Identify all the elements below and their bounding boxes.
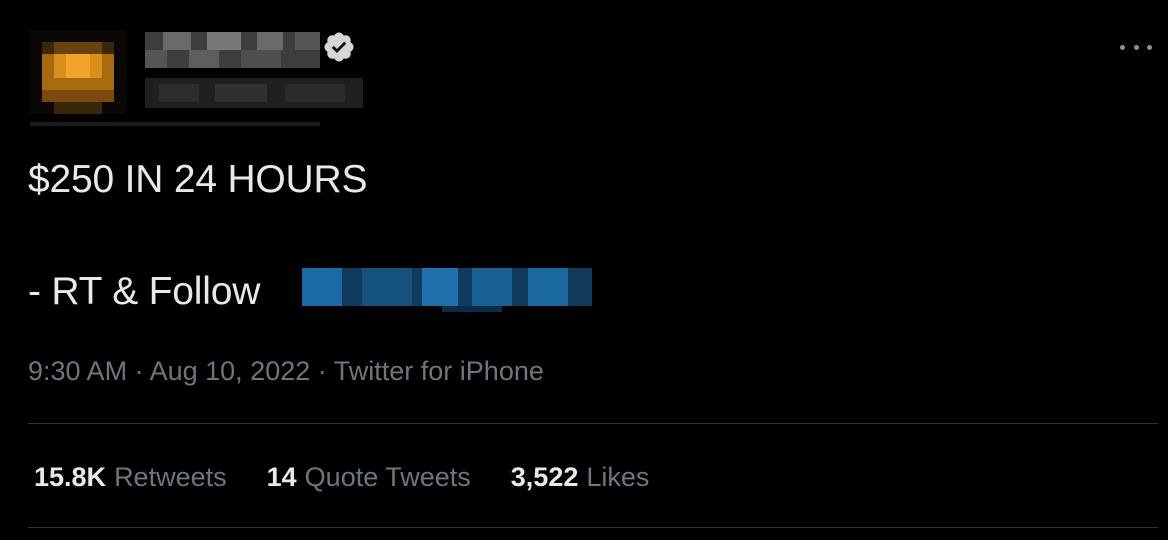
tweet-detail: $250 IN 24 HOURS - RT & Follow 9:30 AM ·… (0, 0, 1168, 540)
meta-separator: · (134, 356, 144, 386)
likes-label: Likes (586, 462, 650, 492)
mention-link-blurred[interactable] (302, 262, 602, 312)
likes-stat[interactable]: 3,522 Likes (511, 462, 650, 493)
retweets-count: 15.8K (34, 462, 107, 492)
quote-tweets-count: 14 (266, 462, 297, 492)
tweet-text-line-1: $250 IN 24 HOURS (28, 158, 368, 201)
divider (28, 423, 1158, 424)
likes-count: 3,522 (510, 462, 579, 492)
engagement-stats: 15.8K Retweets 14 Quote Tweets 3,522 Likes (34, 462, 689, 493)
avatar[interactable] (30, 30, 126, 114)
tweet-time[interactable]: 9:30 AM (28, 356, 127, 386)
tweet-source[interactable]: Twitter for iPhone (334, 356, 544, 386)
verified-badge-icon (322, 30, 356, 64)
divider (28, 527, 1158, 528)
retweets-label: Retweets (114, 462, 227, 492)
tweet-date[interactable]: Aug 10, 2022 (150, 356, 311, 386)
tweet-text-line-2: - RT & Follow (28, 270, 261, 313)
retweets-stat[interactable]: 15.8K Retweets (34, 462, 227, 493)
tweet-metadata: 9:30 AM · Aug 10, 2022 · Twitter for iPh… (28, 356, 544, 387)
more-options-icon[interactable] (1120, 36, 1152, 58)
blurred-strip (30, 122, 320, 128)
quote-tweets-label: Quote Tweets (304, 462, 471, 492)
quote-tweets-stat[interactable]: 14 Quote Tweets (267, 462, 471, 493)
meta-separator: · (317, 356, 327, 386)
